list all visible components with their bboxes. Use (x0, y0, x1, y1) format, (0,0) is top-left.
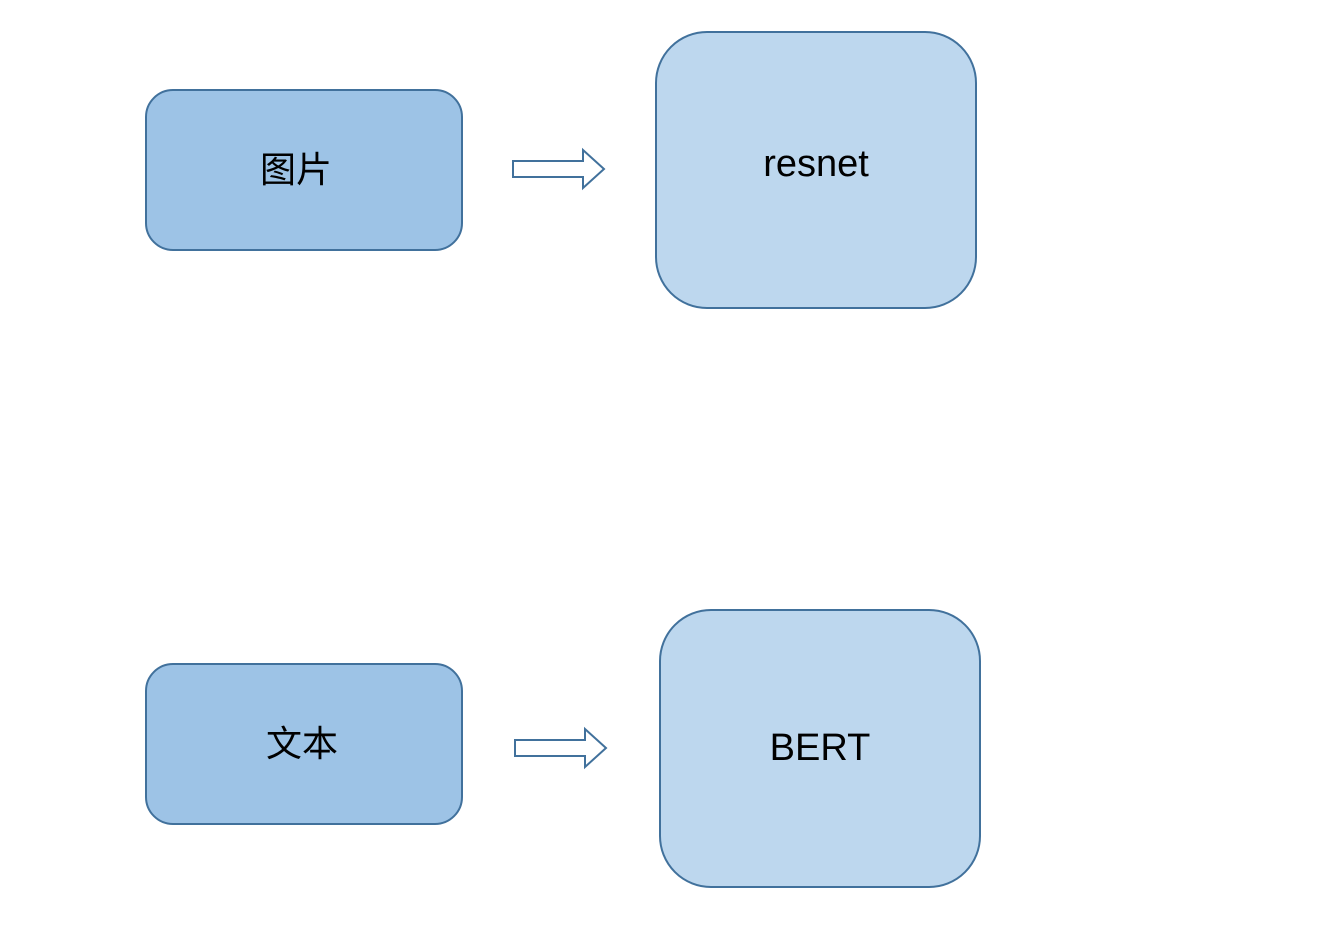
image-input-box: 图片 (145, 89, 463, 251)
right-arrow-icon (514, 726, 608, 770)
resnet-model-box: resnet (655, 31, 977, 309)
bert-model-box: BERT (659, 609, 981, 888)
text-input-box: 文本 (145, 663, 463, 825)
text-input-label: 文本 (265, 724, 338, 765)
resnet-model-label: resnet (763, 142, 869, 185)
right-arrow-icon (512, 147, 606, 191)
image-input-label: 图片 (259, 150, 332, 191)
bert-model-label: BERT (769, 727, 871, 769)
